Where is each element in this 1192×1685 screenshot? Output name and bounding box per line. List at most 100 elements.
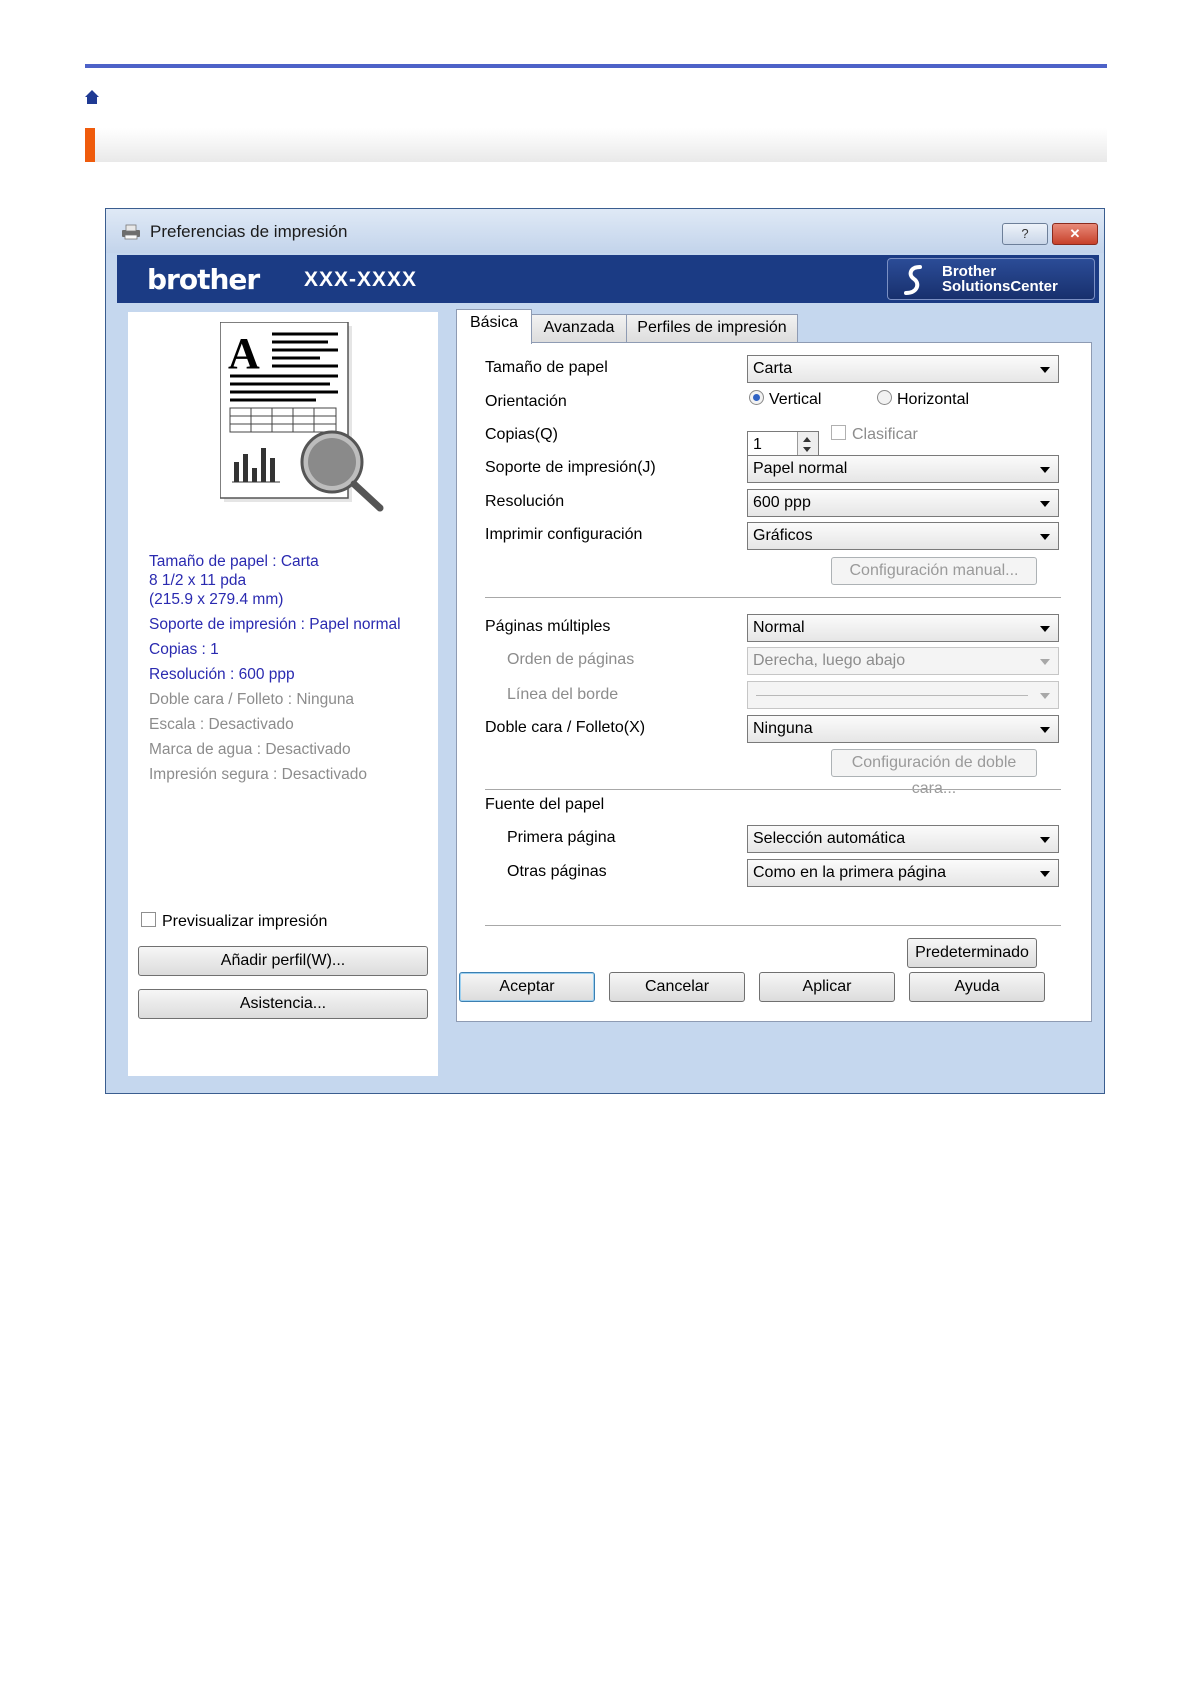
- solutions-swirl-icon: [904, 265, 922, 295]
- support-button[interactable]: Asistencia...: [138, 989, 428, 1019]
- collate-label: Clasificar: [852, 426, 918, 443]
- media-type-value: Papel normal: [753, 460, 848, 477]
- manual-settings-button[interactable]: Configuración manual...: [831, 557, 1037, 585]
- solutions-center-button[interactable]: Brother SolutionsCenter: [887, 258, 1095, 300]
- chevron-down-icon: [1040, 693, 1050, 699]
- close-button[interactable]: ✕: [1052, 223, 1098, 245]
- model-name: XXX-XXXX: [304, 268, 418, 291]
- media-type-select[interactable]: Papel normal: [747, 455, 1059, 483]
- print-preview-checkbox-box[interactable]: [141, 912, 156, 928]
- orientation-horizontal-radio[interactable]: Horizontal: [877, 390, 970, 409]
- section-header-bar: [85, 128, 1107, 162]
- brand-bar: brother XXX-XXXX Brother SolutionsCenter: [117, 255, 1099, 303]
- chevron-down-icon: [1040, 534, 1050, 540]
- duplex-settings-button[interactable]: Configuración de doble cara...: [831, 749, 1037, 797]
- separator: [485, 597, 1061, 598]
- summary-paper-size: Tamaño de papel : Carta: [149, 553, 319, 570]
- help-button[interactable]: Ayuda: [909, 972, 1045, 1002]
- print-preview-checkbox[interactable]: Previsualizar impresión: [141, 912, 328, 931]
- brother-logo: brother: [147, 263, 260, 296]
- summary-copies: Copias : 1: [149, 641, 219, 658]
- paper-size-value: Carta: [753, 360, 793, 377]
- multiple-pages-label: Páginas múltiples: [485, 618, 611, 635]
- basic-tab-panel: Tamaño de papel Carta Orientación Vertic…: [456, 342, 1092, 1022]
- page-order-value: Derecha, luego abajo: [753, 652, 906, 669]
- first-page-select[interactable]: Selección automática: [747, 825, 1059, 853]
- page-order-label: Orden de páginas: [507, 651, 635, 668]
- orientation-vertical-label: Vertical: [769, 391, 822, 408]
- left-preview-panel: A Tamaño de papel: Carta 8 1/2 x 11 pda…: [128, 312, 438, 1076]
- default-button[interactable]: Predeterminado: [907, 938, 1037, 968]
- chevron-down-icon: [1040, 871, 1050, 877]
- media-type-label: Soporte de impresión(J): [485, 459, 656, 476]
- duplex-label: Doble cara / Folleto(X): [485, 719, 646, 736]
- summary-paper-dims: 8 1/2 x 11 pda: [149, 572, 247, 589]
- ok-button[interactable]: Aceptar: [459, 972, 595, 1002]
- summary-scale: Escala : Desactivado: [149, 716, 294, 733]
- cancel-button[interactable]: Cancelar: [609, 972, 745, 1002]
- apply-button[interactable]: Aplicar: [759, 972, 895, 1002]
- chevron-down-icon: [1040, 727, 1050, 733]
- section-accent: [85, 128, 95, 162]
- summary-secure-print: Impresión segura : Desactivado: [149, 766, 367, 783]
- orientation-horizontal-label: Horizontal: [897, 391, 970, 408]
- summary-paper-dims-mm: (215.9 x 279.4 mm): [149, 591, 284, 608]
- help-title-button[interactable]: ?: [1002, 223, 1048, 245]
- radio-unselected-icon: [877, 390, 892, 406]
- orientation-label: Orientación: [485, 393, 567, 410]
- first-page-label: Primera página: [507, 829, 616, 846]
- summary-resolution: Resolución : 600 ppp: [149, 666, 295, 683]
- summary-watermark: Marca de agua : Desactivado: [149, 741, 351, 758]
- tab-print-profiles[interactable]: Perfiles de impresión: [626, 314, 798, 343]
- orientation-vertical-radio[interactable]: Vertical: [749, 390, 822, 409]
- paper-size-select[interactable]: Carta: [747, 355, 1059, 383]
- copies-value: 1: [753, 436, 762, 453]
- top-rule: [85, 64, 1107, 68]
- multiple-pages-select[interactable]: Normal: [747, 614, 1059, 642]
- chevron-down-icon: [1040, 626, 1050, 632]
- separator: [485, 789, 1061, 790]
- title-bar: Preferencias de impresión ? ✕: [106, 209, 1104, 253]
- tab-basic[interactable]: Básica: [456, 309, 532, 344]
- home-icon[interactable]: [84, 89, 100, 105]
- print-settings-label: Imprimir configuración: [485, 526, 643, 543]
- separator: [485, 925, 1061, 926]
- chevron-down-icon: [1040, 837, 1050, 843]
- multiple-pages-value: Normal: [753, 619, 805, 636]
- border-line-label: Línea del borde: [507, 686, 619, 703]
- radio-selected-icon: [749, 390, 764, 406]
- printer-icon: [122, 224, 140, 240]
- page-order-select[interactable]: Derecha, luego abajo: [747, 647, 1059, 675]
- print-preferences-dialog: Preferencias de impresión ? ✕ brother XX…: [105, 208, 1105, 1094]
- border-line-select[interactable]: [747, 681, 1059, 709]
- chevron-down-icon: [1040, 659, 1050, 665]
- collate-checkbox-box[interactable]: [831, 425, 846, 441]
- first-page-value: Selección automática: [753, 830, 906, 847]
- other-pages-value: Como en la primera página: [753, 864, 946, 881]
- window-title: Preferencias de impresión: [150, 222, 348, 241]
- summary-media: Soporte de impresión : Papel normal: [149, 616, 401, 633]
- chevron-down-icon: [1040, 467, 1050, 473]
- resolution-select[interactable]: 600 ppp: [747, 489, 1059, 517]
- paper-source-label: Fuente del papel: [485, 796, 605, 813]
- border-line-sample: [756, 695, 1028, 696]
- duplex-value: Ninguna: [753, 720, 813, 737]
- tab-advanced[interactable]: Avanzada: [531, 314, 627, 343]
- solutions-center-label: Brother SolutionsCenter: [942, 263, 1058, 295]
- print-settings-value: Gráficos: [753, 527, 813, 544]
- resolution-label: Resolución: [485, 493, 565, 510]
- other-pages-label: Otras páginas: [507, 863, 607, 880]
- print-settings-select[interactable]: Gráficos: [747, 522, 1059, 550]
- resolution-value: 600 ppp: [753, 494, 811, 511]
- collate-checkbox[interactable]: Clasificar: [831, 425, 918, 444]
- print-preview-label: Previsualizar impresión: [162, 913, 328, 930]
- duplex-select[interactable]: Ninguna: [747, 715, 1059, 743]
- svg-text:A: A: [228, 329, 260, 378]
- other-pages-select[interactable]: Como en la primera página: [747, 859, 1059, 887]
- add-profile-button[interactable]: Añadir perfil(W)...: [138, 946, 428, 976]
- spin-down-icon[interactable]: [803, 447, 811, 452]
- summary-duplex: Doble cara / Folleto : Ninguna: [149, 691, 355, 708]
- page-preview-illustration: A: [220, 322, 384, 512]
- chevron-down-icon: [1040, 501, 1050, 507]
- spin-up-icon[interactable]: [803, 437, 811, 442]
